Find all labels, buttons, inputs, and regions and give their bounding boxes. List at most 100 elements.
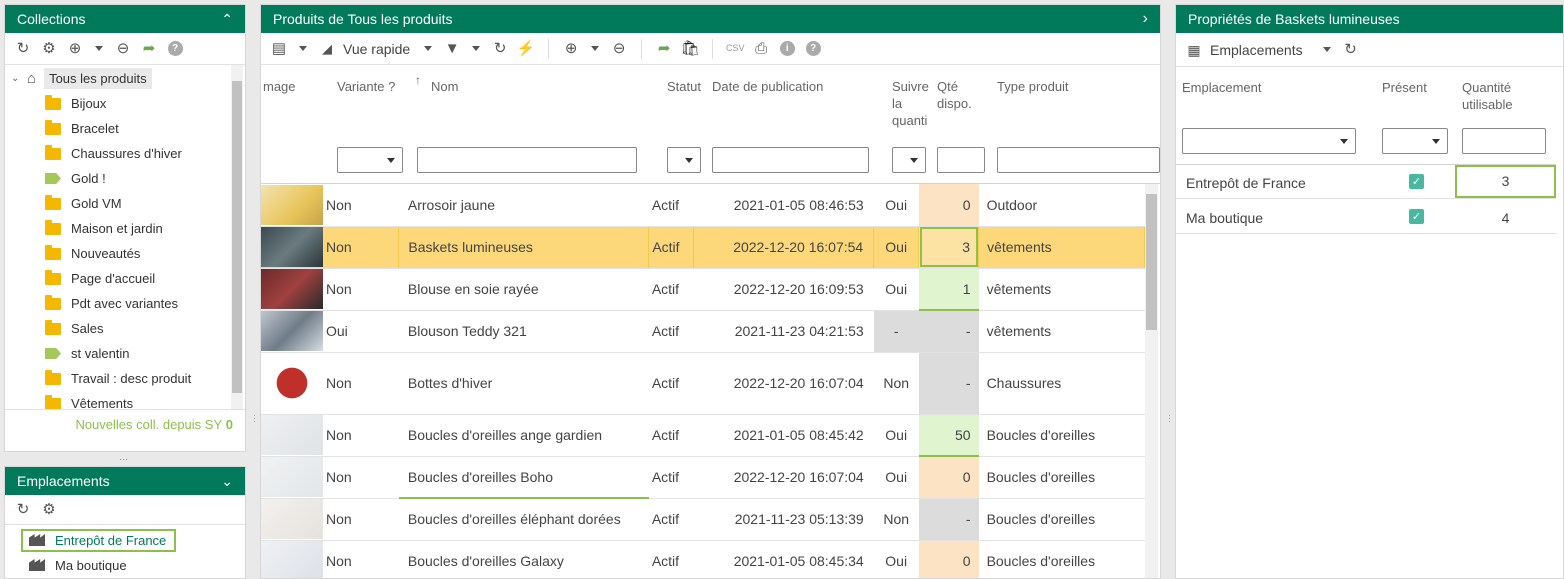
col-emplacement-header[interactable]: Emplacement	[1182, 79, 1261, 96]
properties-row[interactable]: Ma boutique ✓ 4	[1176, 200, 1556, 234]
image-cell[interactable]	[261, 498, 323, 541]
col-nom-header[interactable]: ↑ Nom	[415, 73, 458, 95]
collection-item[interactable]: Sales	[5, 316, 245, 341]
variante-cell[interactable]: Non	[323, 414, 399, 457]
quick-view-button[interactable]: Vue rapide	[343, 41, 410, 57]
type-filter-input[interactable]	[997, 147, 1160, 173]
remove-icon[interactable]: ⊖	[113, 39, 133, 59]
type-cell[interactable]: Boucles d'oreilles	[978, 456, 1145, 499]
ruler-icon[interactable]: ◢	[317, 39, 337, 59]
type-cell[interactable]: Boucles d'oreilles	[978, 540, 1145, 578]
dropdown-arrow-icon[interactable]	[95, 46, 103, 51]
type-cell[interactable]: vêtements	[978, 226, 1145, 269]
collection-item[interactable]: Bijoux	[5, 91, 245, 116]
statut-cell[interactable]: Actif	[648, 456, 694, 499]
date-cell[interactable]: 2022-12-20 16:07:04	[693, 456, 874, 499]
variante-cell[interactable]: Non	[323, 498, 399, 541]
type-cell[interactable]: vêtements	[978, 268, 1145, 311]
suivre-cell[interactable]: Oui	[873, 414, 919, 457]
nom-cell[interactable]: Baskets lumineuses	[398, 226, 650, 269]
date-cell[interactable]: 2021-01-05 08:46:53	[693, 184, 874, 227]
scrollbar-thumb[interactable]	[232, 81, 242, 393]
table-row[interactable]: Non Bottes d'hiver Actif 2022-12-20 16:07:0…	[261, 352, 1145, 415]
scrollbar[interactable]	[231, 65, 243, 409]
nom-cell[interactable]: Blouson Teddy 321	[398, 310, 649, 353]
date-cell[interactable]: 2021-01-05 08:45:42	[693, 414, 874, 457]
collection-item[interactable]: Bracelet	[5, 116, 245, 141]
image-cell[interactable]	[261, 310, 323, 353]
present-filter-select[interactable]	[1382, 128, 1448, 154]
image-cell[interactable]	[261, 540, 323, 578]
date-cell[interactable]: 2021-11-23 05:13:39	[693, 498, 874, 541]
qte-filter-input[interactable]	[937, 147, 985, 173]
quantite-filter-input[interactable]	[1462, 128, 1546, 154]
variante-cell[interactable]: Non	[323, 268, 399, 311]
splitter-handle[interactable]: ···	[119, 454, 128, 464]
qte-cell[interactable]: -	[918, 310, 979, 353]
splitter-handle[interactable]: ···	[250, 414, 260, 423]
suivre-cell[interactable]: Non	[873, 352, 919, 415]
variante-cell[interactable]: Oui	[323, 310, 399, 353]
image-cell[interactable]	[261, 226, 323, 269]
date-cell[interactable]: 2022-12-20 16:09:53	[693, 268, 874, 311]
suivre-cell[interactable]: Oui	[873, 184, 919, 227]
col-variante-header[interactable]: Variante ?	[337, 78, 395, 95]
suivre-cell[interactable]: -	[873, 310, 919, 353]
statut-filter-select[interactable]	[667, 147, 701, 173]
help-icon[interactable]: ?	[165, 39, 185, 59]
variante-cell[interactable]: Non	[323, 184, 399, 227]
date-filter-input[interactable]	[712, 147, 869, 173]
chevron-down-icon[interactable]: ⌄	[11, 73, 27, 84]
suivre-filter-select[interactable]	[892, 147, 926, 173]
col-image-header[interactable]: mage	[263, 78, 296, 95]
qte-cell[interactable]: -	[918, 498, 979, 541]
dropdown-arrow-icon[interactable]	[424, 46, 433, 51]
dropdown-arrow-icon[interactable]	[299, 46, 307, 51]
table-row[interactable]: Non Boucles d'oreilles ange gardien Actif 2…	[261, 414, 1145, 457]
dropdown-arrow-icon[interactable]	[591, 46, 600, 51]
dropdown-arrow-icon[interactable]	[1322, 47, 1331, 52]
type-cell[interactable]: Chaussures	[978, 352, 1145, 415]
qte-cell[interactable]: -	[918, 352, 979, 415]
chevron-up-icon[interactable]: ⌃	[221, 11, 233, 28]
statut-cell[interactable]: Actif	[648, 226, 695, 269]
suivre-cell[interactable]: Oui	[873, 540, 919, 578]
collection-item[interactable]: st valentin	[5, 341, 245, 366]
refresh-icon[interactable]: ↻	[13, 500, 33, 520]
nom-cell[interactable]: Boucles d'oreilles Boho	[398, 456, 649, 499]
remove-icon[interactable]: ⊖	[609, 39, 629, 59]
export-icon[interactable]: ➦	[654, 39, 674, 59]
quantite-cell-editing[interactable]: 3	[1455, 165, 1556, 198]
qte-cell[interactable]: 0	[918, 456, 979, 499]
collection-item[interactable]: Gold VM	[5, 191, 245, 216]
date-cell[interactable]: 2021-11-23 04:21:53	[693, 310, 874, 353]
chevron-right-icon[interactable]: ›	[1143, 10, 1148, 28]
type-cell[interactable]: vêtements	[978, 310, 1145, 353]
variante-cell[interactable]: Non	[323, 456, 399, 499]
table-row[interactable]: Non Boucles d'oreilles Boho Actif 2022-12-2…	[261, 456, 1145, 499]
statut-cell[interactable]: Actif	[648, 268, 694, 311]
collection-item[interactable]: Travail : desc produit	[5, 366, 245, 391]
collection-item[interactable]: Page d'accueil	[5, 266, 245, 291]
image-cell[interactable]	[261, 268, 323, 311]
nom-cell[interactable]: Blouse en soie rayée	[398, 268, 649, 311]
statut-cell[interactable]: Actif	[648, 184, 694, 227]
date-cell[interactable]: 2022-12-20 16:07:54	[693, 226, 875, 269]
statut-cell[interactable]: Actif	[648, 498, 694, 541]
qte-cell[interactable]: 3	[918, 226, 980, 269]
properties-row[interactable]: Entrepôt de France ✓ 3	[1176, 165, 1556, 199]
collection-item[interactable]: Chaussures d'hiver	[5, 141, 245, 166]
info-icon[interactable]: i	[777, 39, 797, 59]
col-type-header[interactable]: Type produit	[997, 78, 1069, 95]
collection-item[interactable]: Vêtements	[5, 391, 245, 409]
grid-scrollbar[interactable]	[1145, 184, 1158, 578]
suivre-cell[interactable]: Oui	[873, 456, 919, 499]
qte-cell[interactable]: 50	[918, 414, 979, 457]
emplacement-item[interactable]: Ma boutique	[5, 553, 245, 577]
image-cell[interactable]	[261, 184, 323, 227]
quantite-cell[interactable]: 4	[1457, 210, 1554, 226]
date-cell[interactable]: 2022-12-20 16:07:04	[693, 352, 874, 415]
emplacements-header[interactable]: Emplacements ⌄	[5, 467, 245, 495]
splitter-handle[interactable]: ···	[1165, 414, 1175, 423]
emplacements-dropdown[interactable]: Emplacements	[1210, 42, 1303, 58]
